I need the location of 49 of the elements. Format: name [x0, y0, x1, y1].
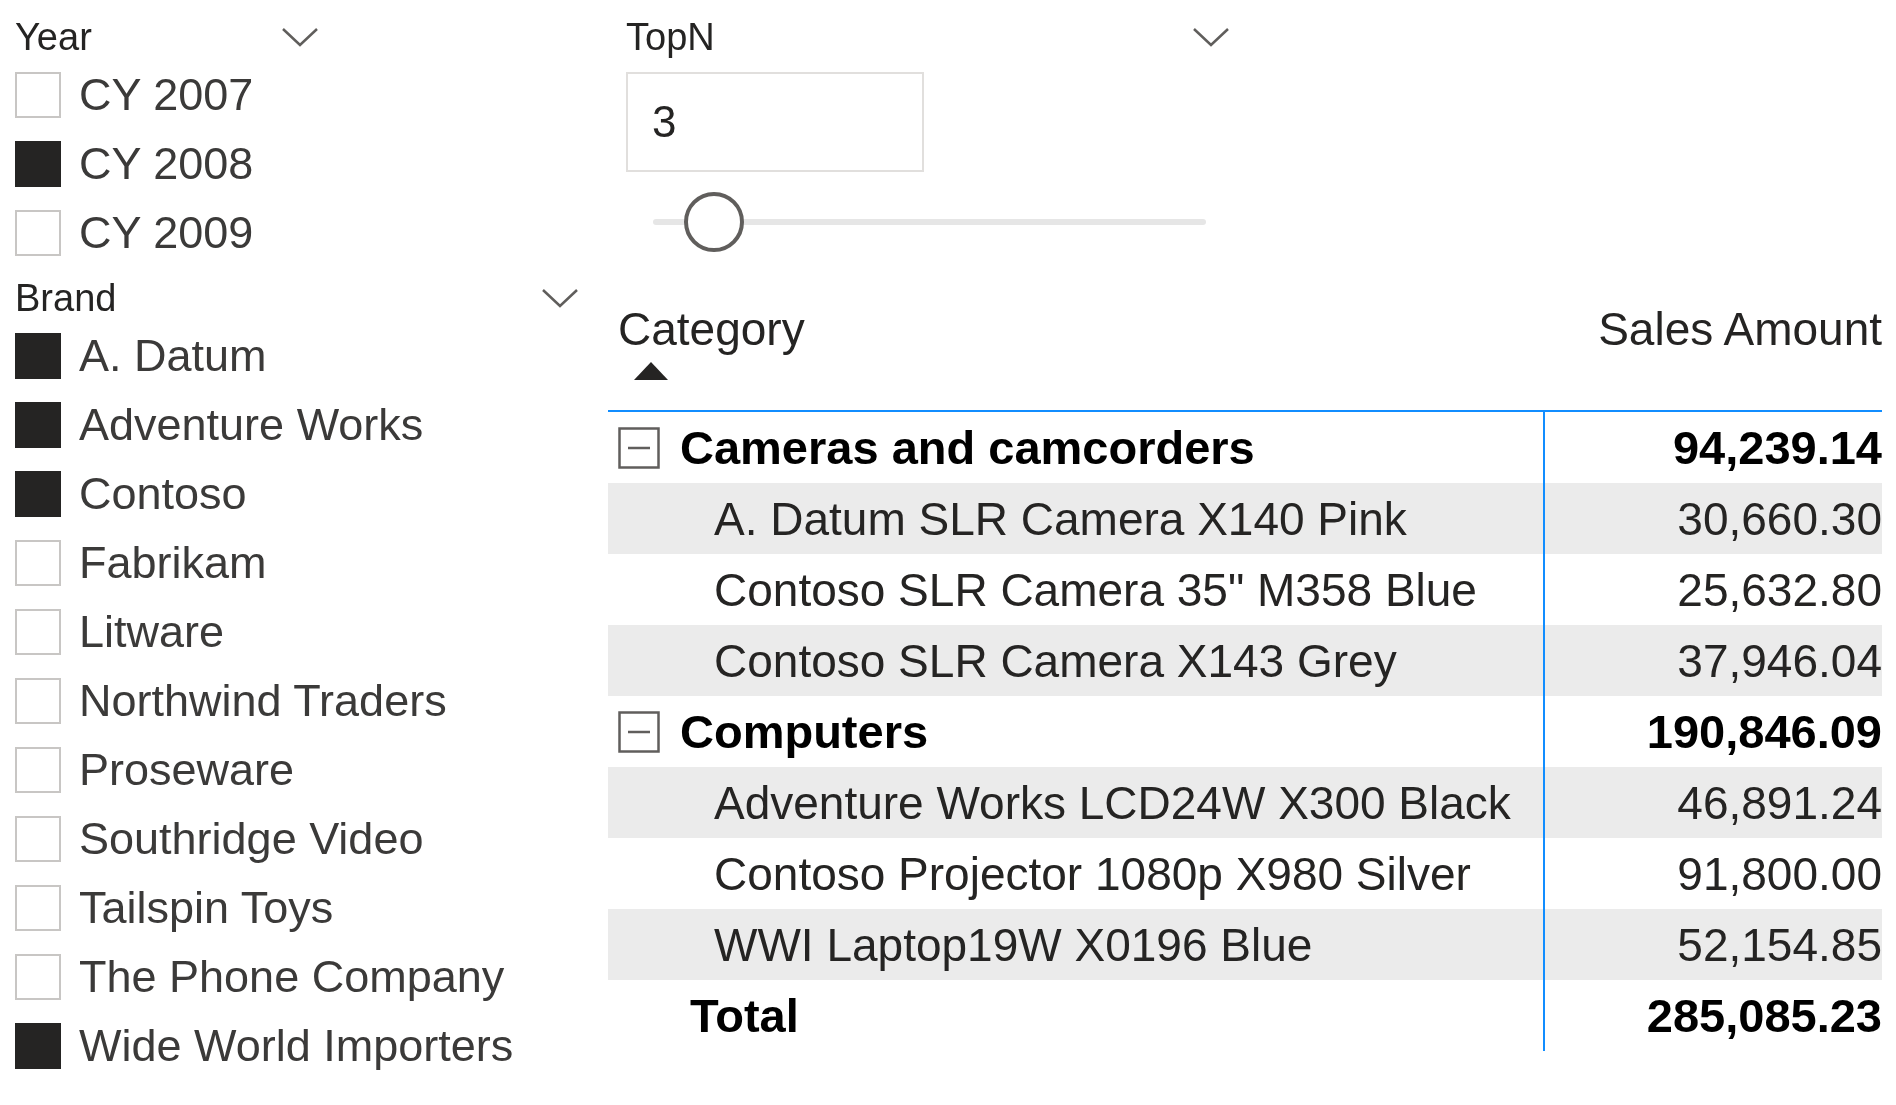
slicer-option[interactable]: Tailspin Toys — [79, 881, 334, 934]
sales-value: 30,660.30 — [1677, 491, 1882, 546]
grand-total: 285,085.23 — [1646, 988, 1882, 1043]
sales-value: 52,154.85 — [1677, 917, 1882, 972]
product-name: Contoso SLR Camera X143 Grey — [714, 633, 1397, 688]
slicer-option[interactable]: The Phone Company — [79, 950, 505, 1003]
slicer-option[interactable]: Adventure Works — [79, 398, 424, 451]
group-name: Cameras and camcorders — [680, 420, 1255, 475]
group-name: Computers — [680, 704, 929, 759]
column-header[interactable]: Sales Amount — [1598, 302, 1882, 356]
sales-value: 91,800.00 — [1677, 846, 1882, 901]
collapse-icon[interactable] — [618, 710, 660, 753]
sales-value: 25,632.80 — [1677, 562, 1882, 617]
product-name: WWI Laptop19W X0196 Blue — [714, 917, 1313, 972]
slicer-title: Brand — [15, 276, 117, 320]
checkbox[interactable] — [15, 140, 61, 187]
slicer-option[interactable]: CY 2007 — [79, 68, 254, 121]
slicer-option[interactable]: A. Datum — [79, 329, 267, 382]
column-header[interactable]: Category — [618, 302, 1562, 356]
sort-up-icon[interactable] — [634, 362, 668, 380]
total-label: Total — [690, 988, 799, 1043]
slicer-option[interactable]: Proseware — [79, 743, 295, 796]
checkbox[interactable] — [15, 1022, 61, 1069]
slicer-title: Year — [15, 15, 92, 59]
number-input-field[interactable]: 3 — [626, 72, 924, 172]
slicer-option[interactable]: Contoso — [79, 467, 247, 520]
slicer-option[interactable]: Northwind Traders — [79, 674, 447, 727]
slicer-option[interactable]: CY 2008 — [79, 137, 254, 190]
group-total: 190,846.09 — [1646, 704, 1882, 759]
slicer-option[interactable]: Wide World Importers — [79, 1019, 514, 1072]
slicer-option[interactable]: Litware — [79, 605, 225, 658]
checkbox[interactable] — [15, 470, 61, 517]
slicer-option[interactable]: Fabrikam — [79, 536, 267, 589]
slicer-option[interactable]: CY 2009 — [79, 206, 254, 259]
collapse-icon[interactable] — [618, 426, 660, 469]
sales-value: 46,891.24 — [1677, 775, 1882, 830]
checkbox[interactable] — [15, 401, 61, 448]
chevron-down-icon[interactable] — [1191, 26, 1231, 48]
product-name: Adventure Works LCD24W X300 Black — [714, 775, 1511, 830]
group-total: 94,239.14 — [1672, 420, 1882, 475]
product-name: A. Datum SLR Camera X140 Pink — [714, 491, 1407, 546]
product-name: Contoso Projector 1080p X980 Silver — [714, 846, 1471, 901]
chevron-down-icon[interactable] — [280, 26, 320, 48]
product-name: Contoso SLR Camera 35" M358 Blue — [714, 562, 1477, 617]
sales-value: 37,946.04 — [1677, 633, 1882, 688]
chevron-down-icon[interactable] — [540, 287, 580, 309]
slicer-option[interactable]: Southridge Video — [79, 812, 424, 865]
checkbox[interactable] — [15, 332, 61, 379]
slicer-title: TopN — [626, 15, 715, 59]
